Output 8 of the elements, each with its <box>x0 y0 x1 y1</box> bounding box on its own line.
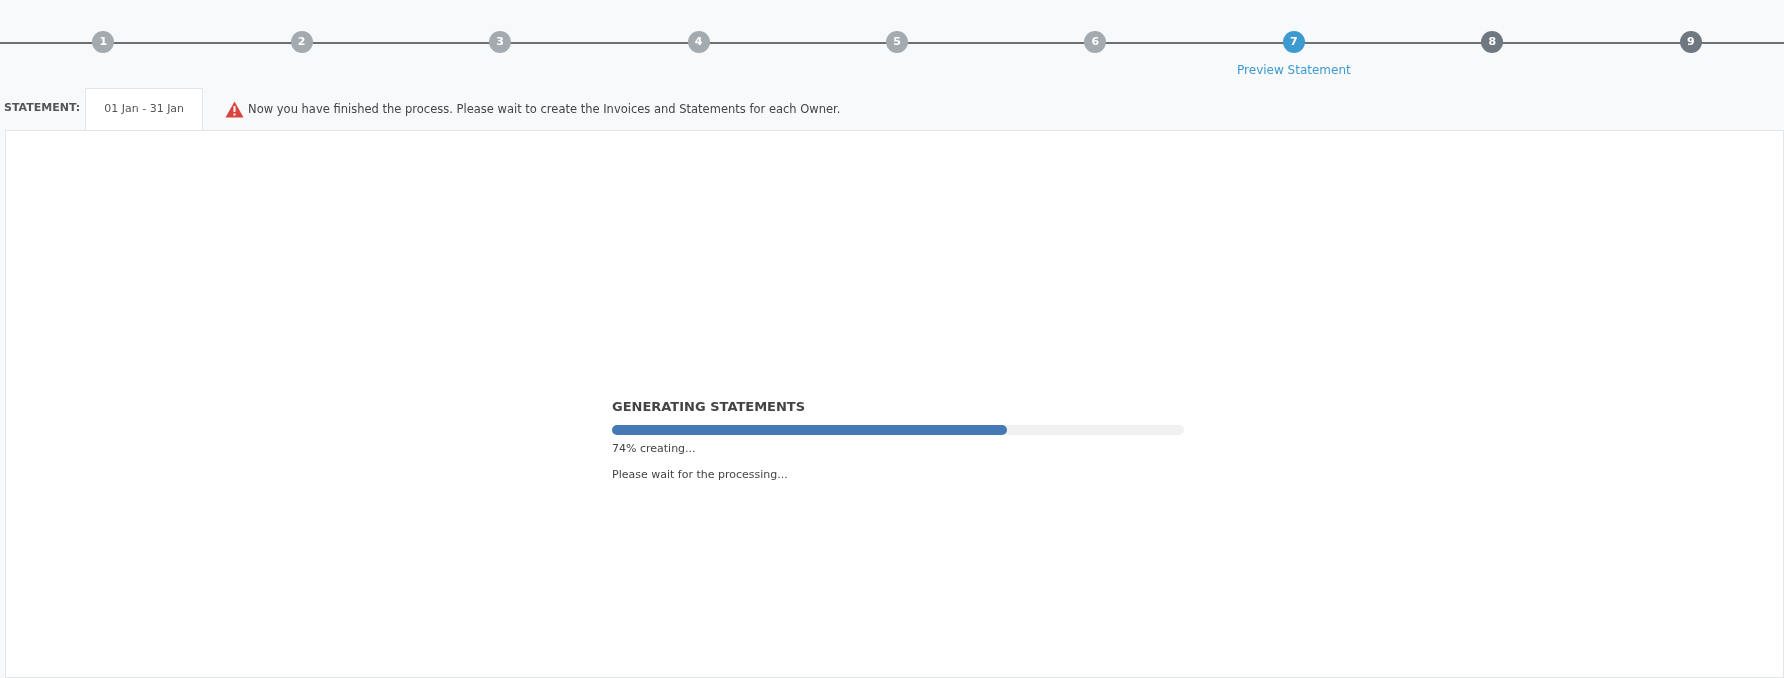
warning-icon <box>225 100 245 118</box>
statement-label: STATEMENT: <box>3 99 82 116</box>
progress-title: GENERATING STATEMENTS <box>612 398 807 416</box>
progress-reading: 74% creating... <box>612 440 697 457</box>
step-label: Preview Statement <box>1237 62 1351 79</box>
warning-message: Now you have finished the process. Please wait to create the Invoices and Statements for each Owner. <box>248 100 841 118</box>
period-tab[interactable]: 01 Jan - 31 Jan <box>85 88 204 130</box>
progress-message: Please wait for the processing... <box>612 467 789 483</box>
